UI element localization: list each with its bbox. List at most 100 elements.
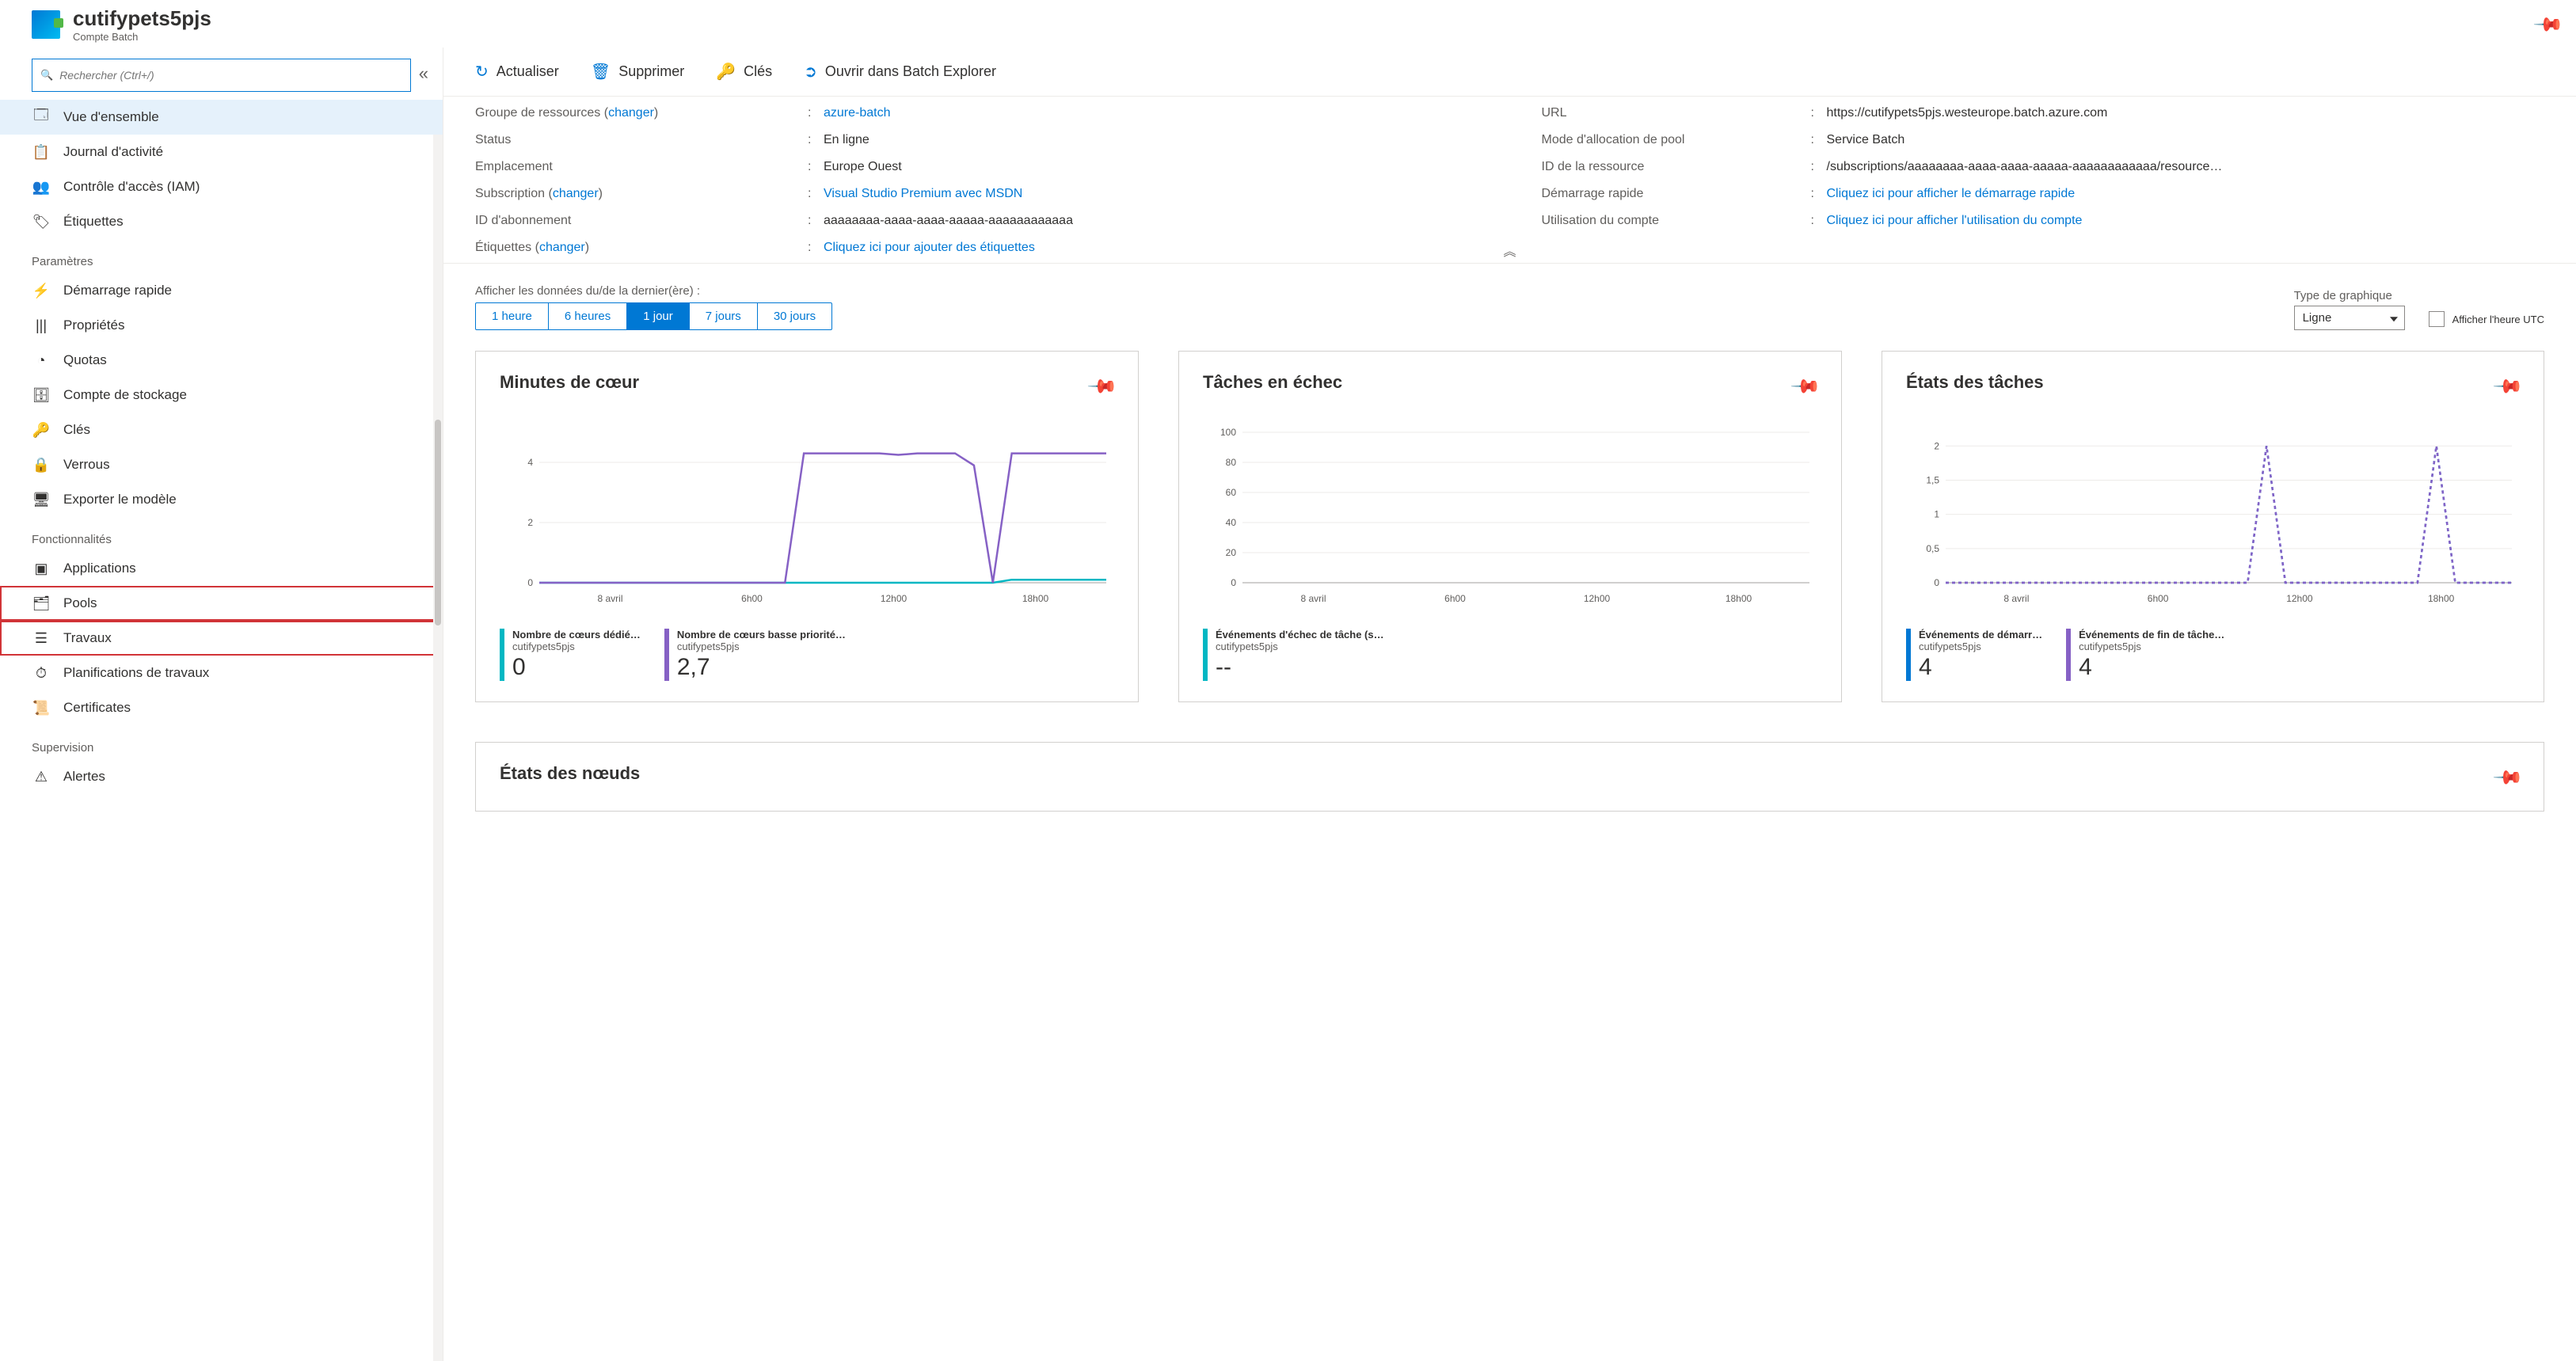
legend-color-bar xyxy=(664,629,669,681)
utc-label: Afficher l'heure UTC xyxy=(2452,314,2544,325)
sidebar-item-iam[interactable]: 👥Contrôle d'accès (IAM) xyxy=(0,169,443,204)
quick-label: Démarrage rapide xyxy=(1542,187,1811,201)
legend-title: Événements de fin de tâche… xyxy=(2079,629,2224,641)
rg-label: Groupe de ressources xyxy=(475,106,600,120)
quickstart-link[interactable]: Cliquez ici pour afficher le démarrage r… xyxy=(1827,187,2076,200)
legend-item: Événements de démarr… cutifypets5pjs 4 xyxy=(1906,629,2042,681)
tags-label: Étiquettes xyxy=(475,241,531,254)
tags-change-link[interactable]: changer xyxy=(539,241,585,254)
sub-change-link[interactable]: changer xyxy=(553,187,599,200)
rg-change-link[interactable]: changer xyxy=(608,106,654,120)
collapse-essentials-icon[interactable]: ︽ xyxy=(1503,241,1516,260)
card-task-states: États des tâches 📌 00,511,528 avril6h001… xyxy=(1882,351,2544,702)
card-title: États des tâches xyxy=(1906,372,2520,393)
utc-checkbox[interactable] xyxy=(2429,311,2445,327)
command-bar: ↻Actualiser 🗑Supprimer 🔑Clés ➲Ouvrir dan… xyxy=(443,48,2576,97)
delete-button[interactable]: 🗑Supprimer xyxy=(591,62,684,82)
sidebar-item-export[interactable]: 🖥Exporter le modèle xyxy=(0,482,443,517)
pools-icon: 🗂 xyxy=(32,595,51,611)
sidebar-item-label: Contrôle d'accès (IAM) xyxy=(63,179,200,195)
search-input[interactable] xyxy=(59,69,402,82)
sidebar-item-sched[interactable]: ⏱ Planifications de travaux xyxy=(0,656,443,690)
time-range-option[interactable]: 1 jour xyxy=(627,303,690,329)
legend-value: 4 xyxy=(2079,654,2224,681)
essentials-panel: Groupe de ressources (changer):azure-bat… xyxy=(443,97,2576,264)
legend-color-bar xyxy=(500,629,504,681)
sidebar-item-label: Clés xyxy=(63,422,90,438)
sidebar-item-tag[interactable]: 🏷Étiquettes xyxy=(0,204,443,239)
sidebar-item-storage[interactable]: 🗄Compte de stockage xyxy=(0,378,443,412)
sidebar-item-props[interactable]: |||Propriétés xyxy=(0,308,443,343)
subid-value: aaaaaaaa-aaaa-aaaa-aaaaa-aaaaaaaaaaaa xyxy=(824,214,1542,228)
legend-subtitle: cutifypets5pjs xyxy=(677,641,846,652)
sidebar-item-label: Démarrage rapide xyxy=(63,283,172,298)
svg-text:6h00: 6h00 xyxy=(1444,593,1466,604)
legend-color-bar xyxy=(1203,629,1208,681)
sidebar-item-certs[interactable]: 📜Certificates xyxy=(0,690,443,725)
chart-task-states: 00,511,528 avril6h0012h0018h00 xyxy=(1906,424,2520,606)
legend-subtitle: cutifypets5pjs xyxy=(1216,641,1390,652)
page-header: cutifypets5pjs Compte Batch 📌 xyxy=(0,0,2576,48)
status-label: Status xyxy=(475,133,808,147)
quota-icon: ◔ xyxy=(32,352,51,368)
sidebar-item-label: Journal d'activité xyxy=(63,144,163,160)
svg-text:6h00: 6h00 xyxy=(741,593,763,604)
sidebar-item-pools[interactable]: 🗂Pools xyxy=(0,586,443,621)
sidebar-item-activity[interactable]: 📋Journal d'activité xyxy=(0,135,443,169)
sidebar-item-quota[interactable]: ◔ Quotas xyxy=(0,343,443,378)
tags-add-link[interactable]: Cliquez ici pour ajouter des étiquettes xyxy=(824,241,1035,254)
sidebar-item-label: Quotas xyxy=(63,352,107,368)
certs-icon: 📜 xyxy=(32,700,51,716)
sidebar-item-overview[interactable]: 🗔Vue d'ensemble xyxy=(0,100,443,135)
sidebar-item-apps[interactable]: ▣Applications xyxy=(0,551,443,586)
legend-item: Nombre de cœurs basse priorité… cutifype… xyxy=(664,629,846,681)
chart-type-select[interactable]: Ligne xyxy=(2294,306,2405,330)
time-range-option[interactable]: 1 heure xyxy=(476,303,549,329)
sidebar-section-supervision: Supervision xyxy=(0,725,443,759)
locks-icon: 🔒 xyxy=(32,457,51,473)
sub-value-link[interactable]: Visual Studio Premium avec MSDN xyxy=(824,187,1022,200)
resource-icon xyxy=(32,10,60,39)
sched-icon: ⏱ xyxy=(32,665,51,681)
refresh-button[interactable]: ↻Actualiser xyxy=(475,62,559,82)
sidebar-item-label: Travaux xyxy=(63,630,112,646)
time-range-option[interactable]: 7 jours xyxy=(690,303,758,329)
open-explorer-button[interactable]: ➲Ouvrir dans Batch Explorer xyxy=(804,62,996,82)
svg-text:18h00: 18h00 xyxy=(1022,593,1049,604)
tag-icon: 🏷 xyxy=(32,214,51,230)
collapse-sidebar-icon[interactable]: « xyxy=(419,63,428,84)
sidebar-item-keys[interactable]: 🔑Clés xyxy=(0,412,443,447)
rg-value-link[interactable]: azure-batch xyxy=(824,106,891,120)
legend-color-bar xyxy=(1906,629,1911,681)
svg-text:2: 2 xyxy=(527,517,533,528)
time-range-option[interactable]: 6 heures xyxy=(549,303,627,329)
legend-value: 2,7 xyxy=(677,654,846,681)
svg-text:100: 100 xyxy=(1220,427,1236,438)
pin-icon[interactable]: 📌 xyxy=(2532,8,2565,41)
quickstart-icon: ⚡ xyxy=(32,283,51,298)
time-range-selector: 1 heure6 heures1 jour7 jours30 jours xyxy=(475,302,832,330)
time-range-option[interactable]: 30 jours xyxy=(758,303,831,329)
sidebar: « 🔍 🗔Vue d'ensemble📋Journal d'activité👥C… xyxy=(0,48,443,1361)
sidebar-item-jobs[interactable]: ☰Travaux xyxy=(0,621,443,656)
svg-text:12h00: 12h00 xyxy=(1584,593,1611,604)
sidebar-item-alerts[interactable]: ⚠Alertes xyxy=(0,759,443,794)
card-title: Tâches en échec xyxy=(1203,372,1817,393)
sidebar-item-label: Planifications de travaux xyxy=(63,665,209,681)
sub-label: Subscription xyxy=(475,187,545,200)
sidebar-item-label: Exporter le modèle xyxy=(63,492,177,508)
legend-subtitle: cutifypets5pjs xyxy=(1919,641,2042,652)
svg-text:20: 20 xyxy=(1226,547,1237,558)
sidebar-item-quickstart[interactable]: ⚡ Démarrage rapide xyxy=(0,273,443,308)
keys-button[interactable]: 🔑Clés xyxy=(716,62,772,82)
svg-text:0: 0 xyxy=(1231,577,1236,588)
sidebar-scrollbar[interactable] xyxy=(433,135,443,1361)
card-core-minutes: Minutes de cœur 📌 0248 avril6h0012h0018h… xyxy=(475,351,1139,702)
main-content: ↻Actualiser 🗑Supprimer 🔑Clés ➲Ouvrir dan… xyxy=(443,48,2576,1361)
sidebar-item-locks[interactable]: 🔒Verrous xyxy=(0,447,443,482)
svg-text:1,5: 1,5 xyxy=(1926,474,1939,485)
usage-link[interactable]: Cliquez ici pour afficher l'utilisation … xyxy=(1827,214,2083,227)
legend-subtitle: cutifypets5pjs xyxy=(512,641,641,652)
chart-core-minutes: 0248 avril6h0012h0018h00 xyxy=(500,424,1114,606)
sidebar-search[interactable]: 🔍 xyxy=(32,59,411,92)
